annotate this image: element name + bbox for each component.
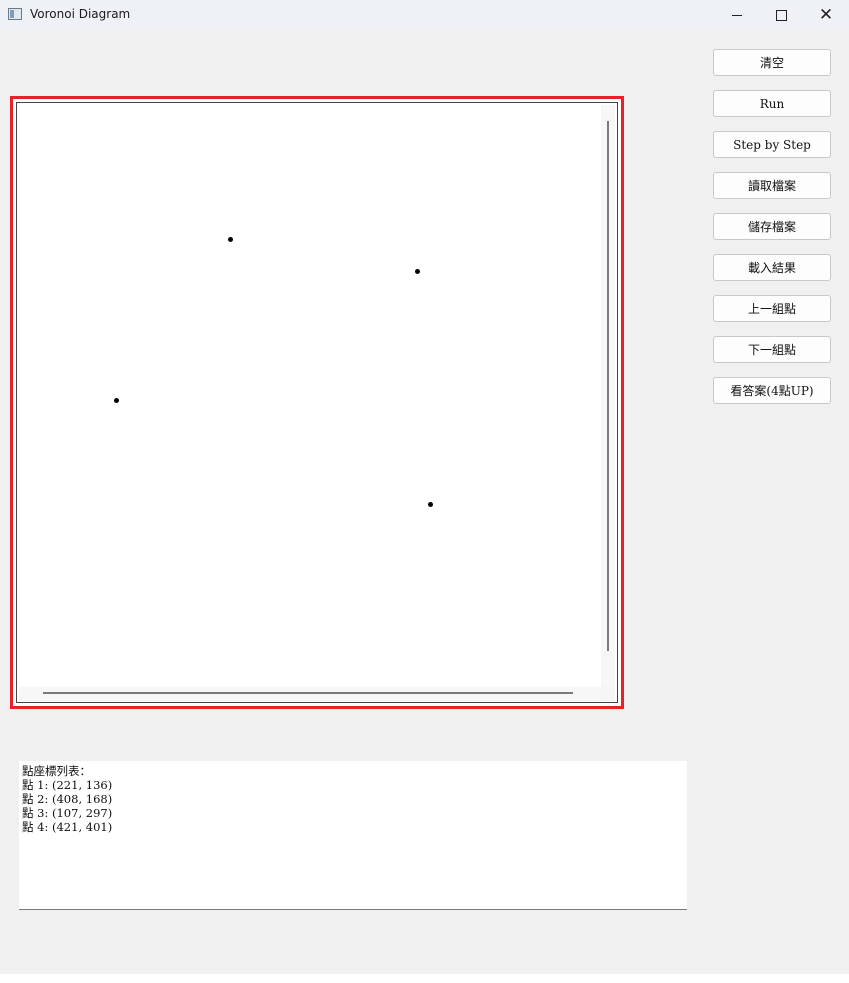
step-by-step-button[interactable]: Step by Step — [713, 131, 831, 158]
minimize-button[interactable] — [714, 0, 760, 30]
canvas-point-2 — [414, 268, 420, 274]
bottom-strip — [0, 974, 849, 983]
vertical-scrollbar-thumb[interactable] — [607, 121, 609, 651]
maximize-icon — [775, 9, 787, 21]
canvas-point-3 — [113, 397, 119, 403]
maximize-button[interactable] — [758, 0, 804, 30]
coordinate-line: 點 2: (408, 168) — [22, 792, 113, 806]
coordinate-line: 點 1: (221, 136) — [22, 778, 113, 792]
canvas-highlight-frame — [10, 96, 624, 709]
title-bar: Voronoi Diagram ✕ — [0, 0, 849, 30]
horizontal-scrollbar-thumb[interactable] — [43, 692, 573, 694]
close-button[interactable]: ✕ — [803, 0, 849, 30]
coordinate-line: 點 3: (107, 297) — [22, 806, 113, 820]
run-button[interactable]: Run — [713, 90, 831, 117]
save-file-button[interactable]: 儲存檔案 — [713, 213, 831, 240]
coordinate-list-header: 點座標列表： — [22, 764, 91, 778]
window-app-icon — [8, 8, 22, 20]
horizontal-scrollbar-track[interactable] — [19, 687, 601, 701]
coordinate-list-textbox[interactable]: 點座標列表： 點 1: (221, 136) 點 2: (408, 168) 點… — [19, 761, 687, 910]
canvas-point-1 — [227, 236, 233, 242]
voronoi-canvas[interactable] — [19, 105, 601, 686]
load-file-button[interactable]: 讀取檔案 — [713, 172, 831, 199]
canvas-panel — [16, 102, 618, 703]
canvas-point-4 — [427, 501, 433, 507]
close-icon: ✕ — [818, 4, 834, 25]
load-result-button[interactable]: 載入結果 — [713, 254, 831, 281]
window-title: Voronoi Diagram — [30, 7, 131, 21]
show-answer-button[interactable]: 看答案(4點UP) — [713, 377, 831, 404]
minimize-icon — [732, 14, 742, 16]
scrollbar-corner — [601, 687, 615, 701]
next-set-button[interactable]: 下一組點 — [713, 336, 831, 363]
coordinate-line: 點 4: (421, 401) — [22, 820, 113, 834]
clear-button[interactable]: 清空 — [713, 49, 831, 76]
prev-set-button[interactable]: 上一組點 — [713, 295, 831, 322]
